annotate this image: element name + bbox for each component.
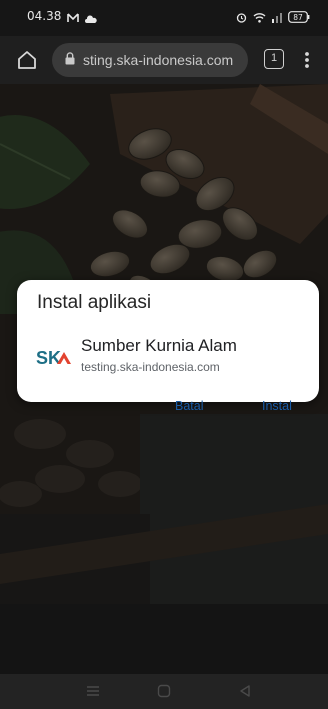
wifi-icon bbox=[253, 10, 266, 28]
tab-switcher-button[interactable]: 1 bbox=[264, 49, 284, 69]
app-url: testing.ska-indonesia.com bbox=[81, 360, 220, 374]
cloud-icon bbox=[85, 10, 97, 28]
home-icon[interactable] bbox=[16, 49, 38, 71]
status-bar: 04.38 87 bbox=[0, 0, 328, 36]
status-right-icons: 87 bbox=[236, 10, 310, 28]
battery-level: 87 bbox=[293, 13, 303, 22]
signal-icon bbox=[272, 10, 282, 28]
back-triangle-icon[interactable] bbox=[238, 684, 252, 703]
home-square-icon[interactable] bbox=[157, 684, 171, 703]
battery-icon: 87 bbox=[288, 10, 310, 28]
browser-toolbar: sting.ska-indonesia.com 1 bbox=[0, 36, 328, 84]
gmail-icon bbox=[67, 10, 79, 28]
app-logo: SK bbox=[36, 346, 72, 368]
url-text: sting.ska-indonesia.com bbox=[83, 52, 234, 68]
install-app-dialog: Instal aplikasi SK Sumber Kurnia Alam te… bbox=[17, 280, 319, 402]
status-time: 04.38 bbox=[27, 9, 62, 23]
app-name: Sumber Kurnia Alam bbox=[81, 336, 237, 355]
navigation-bar bbox=[0, 674, 328, 709]
dialog-title: Instal aplikasi bbox=[37, 292, 152, 313]
menu-lines-icon[interactable] bbox=[86, 684, 100, 703]
phone-screen: 04.38 87 sting.ska-indonesia.com 1 Insta… bbox=[0, 0, 328, 709]
more-vert-icon[interactable] bbox=[303, 48, 311, 72]
address-bar[interactable]: sting.ska-indonesia.com bbox=[52, 43, 248, 77]
lock-icon[interactable] bbox=[65, 52, 75, 68]
svg-text:SK: SK bbox=[36, 348, 61, 368]
cancel-button[interactable]: Batal bbox=[175, 399, 204, 413]
install-button[interactable]: Instal bbox=[262, 399, 292, 413]
alarm-icon bbox=[236, 10, 247, 28]
status-left-icons bbox=[67, 10, 97, 28]
